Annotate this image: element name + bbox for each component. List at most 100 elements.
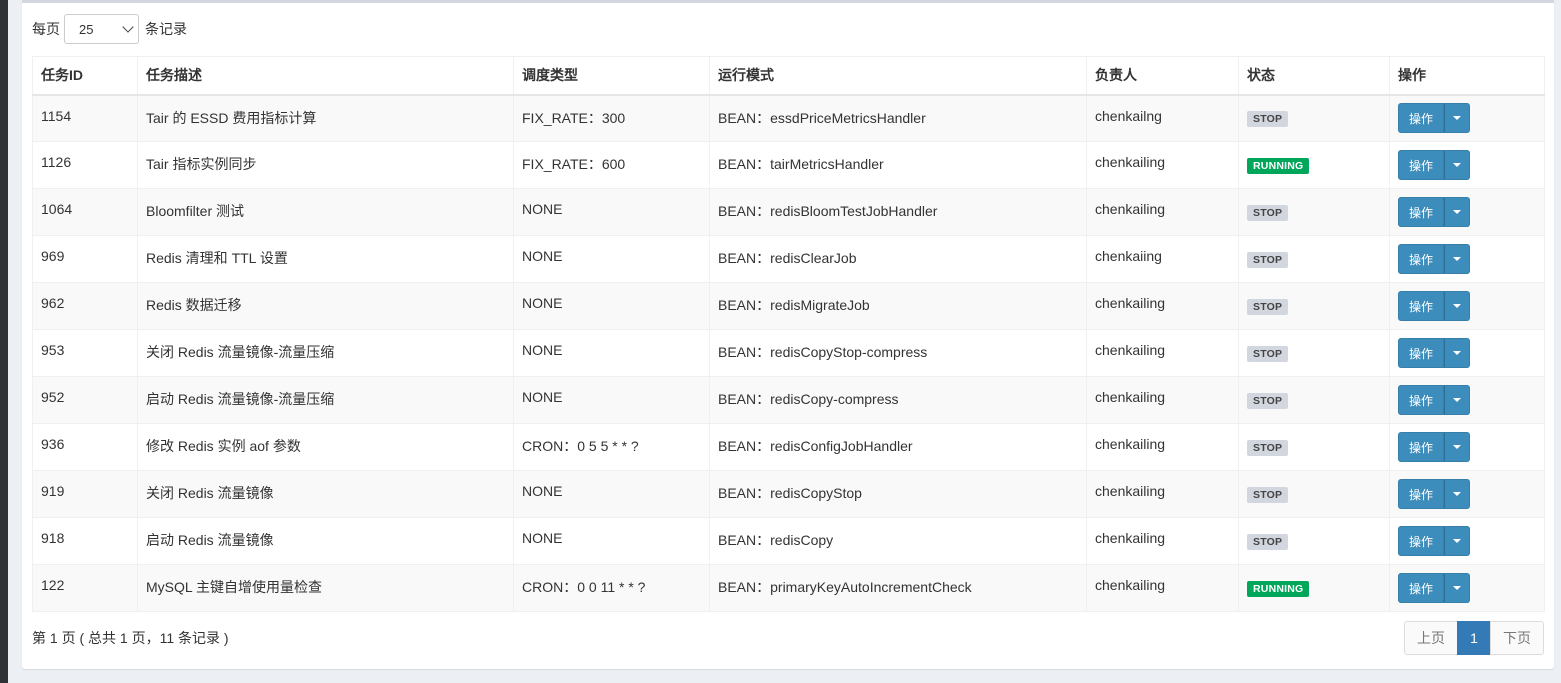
- cell-status: STOP: [1238, 235, 1390, 283]
- cell-status: STOP: [1238, 94, 1390, 142]
- cell-run-mode: BEAN：primaryKeyAutoIncrementCheck: [709, 564, 1087, 612]
- action-dropdown-toggle[interactable]: [1444, 103, 1470, 134]
- status-badge: STOP: [1247, 440, 1289, 456]
- status-badge: STOP: [1247, 252, 1289, 268]
- cell-action: 操作: [1389, 470, 1545, 518]
- table-row: 952 启动 Redis 流量镜像-流量压缩 NONE BEAN：redisCo…: [32, 376, 1545, 424]
- action-dropdown-toggle[interactable]: [1444, 197, 1470, 227]
- cell-job-id: 122: [32, 564, 138, 612]
- cell-job-desc: 关闭 Redis 流量镜像-流量压缩: [137, 329, 514, 377]
- page-length-prefix: 每页: [32, 21, 60, 37]
- action-button[interactable]: 操作: [1398, 385, 1444, 415]
- status-badge: RUNNING: [1247, 158, 1310, 174]
- cell-status: STOP: [1238, 423, 1390, 471]
- cell-action: 操作: [1389, 376, 1545, 424]
- column-header-mode[interactable]: 运行模式: [709, 56, 1087, 96]
- status-badge: STOP: [1247, 393, 1289, 409]
- cell-run-mode: BEAN：redisCopyStop: [709, 470, 1087, 518]
- action-button[interactable]: 操作: [1398, 526, 1444, 556]
- cell-owner: chenkailing: [1086, 564, 1239, 612]
- cell-schedule-type: NONE: [513, 376, 710, 424]
- cell-action: 操作: [1389, 329, 1545, 377]
- table-row: 1154 Tair 的 ESSD 费用指标计算 FIX_RATE：300 BEA…: [32, 94, 1545, 142]
- cell-status: STOP: [1238, 329, 1390, 377]
- action-button[interactable]: 操作: [1398, 197, 1444, 227]
- cell-status: STOP: [1238, 470, 1390, 518]
- action-button-group: 操作: [1398, 150, 1470, 180]
- cell-action: 操作: [1389, 282, 1545, 330]
- cell-owner: chenkailing: [1086, 423, 1239, 471]
- action-button-group: 操作: [1398, 385, 1470, 415]
- page-length-select[interactable]: 25: [64, 14, 139, 44]
- cell-run-mode: BEAN：redisClearJob: [709, 235, 1087, 283]
- action-button-group: 操作: [1398, 573, 1470, 603]
- caret-down-icon: [1453, 351, 1461, 355]
- cell-run-mode: BEAN：redisCopy-compress: [709, 376, 1087, 424]
- cell-job-desc: 启动 Redis 流量镜像: [137, 517, 514, 565]
- action-button[interactable]: 操作: [1398, 573, 1444, 603]
- action-dropdown-toggle[interactable]: [1444, 573, 1470, 603]
- action-button-group: 操作: [1398, 479, 1470, 509]
- cell-job-desc: 修改 Redis 实例 aof 参数: [137, 423, 514, 471]
- cell-job-id: 953: [32, 329, 138, 377]
- action-dropdown-toggle[interactable]: [1444, 244, 1470, 274]
- cell-job-desc: Bloomfilter 测试: [137, 188, 514, 236]
- action-dropdown-toggle[interactable]: [1444, 291, 1470, 321]
- action-button-group: 操作: [1398, 244, 1470, 274]
- cell-schedule-type: NONE: [513, 282, 710, 330]
- action-dropdown-toggle[interactable]: [1444, 385, 1470, 415]
- pagination-next-button[interactable]: 下页: [1490, 621, 1544, 655]
- action-dropdown-toggle[interactable]: [1444, 479, 1470, 509]
- action-button[interactable]: 操作: [1398, 244, 1444, 274]
- cell-job-id: 1126: [32, 141, 138, 189]
- table-info: 第 1 页 ( 总共 1 页，11 条记录 ): [32, 630, 229, 646]
- action-button[interactable]: 操作: [1398, 291, 1444, 321]
- table-row: 1064 Bloomfilter 测试 NONE BEAN：redisBloom…: [32, 188, 1545, 236]
- column-header-id[interactable]: 任务ID: [32, 56, 138, 96]
- column-header-owner[interactable]: 负责人: [1086, 56, 1239, 96]
- status-badge: STOP: [1247, 346, 1289, 362]
- action-dropdown-toggle[interactable]: [1444, 150, 1470, 180]
- column-header-desc[interactable]: 任务描述: [137, 56, 514, 96]
- cell-owner: chenkaiing: [1086, 235, 1239, 283]
- action-button-group: 操作: [1398, 338, 1470, 368]
- cell-status: RUNNING: [1238, 141, 1390, 189]
- column-header-schedule[interactable]: 调度类型: [513, 56, 710, 96]
- cell-job-id: 1154: [32, 94, 138, 142]
- cell-action: 操作: [1389, 517, 1545, 565]
- status-badge: RUNNING: [1247, 581, 1310, 597]
- cell-action: 操作: [1389, 94, 1545, 142]
- chevron-down-icon: [122, 21, 134, 33]
- action-button[interactable]: 操作: [1398, 479, 1444, 509]
- pagination-prev-button[interactable]: 上页: [1404, 621, 1458, 655]
- cell-job-desc: Redis 清理和 TTL 设置: [137, 235, 514, 283]
- page-length-control: 每页 25 条记录: [32, 14, 187, 44]
- action-dropdown-toggle[interactable]: [1444, 432, 1470, 462]
- cell-schedule-type: NONE: [513, 329, 710, 377]
- cell-job-id: 952: [32, 376, 138, 424]
- pagination-page-1[interactable]: 1: [1457, 621, 1491, 655]
- caret-down-icon: [1453, 304, 1461, 308]
- page-length-value: 25: [79, 21, 94, 37]
- cell-schedule-type: NONE: [513, 188, 710, 236]
- action-button[interactable]: 操作: [1398, 103, 1444, 134]
- job-list-panel: 每页 25 条记录 任务ID 任务描述 调度类型 运行模式 负责人 状态 操作 …: [22, 0, 1554, 669]
- column-header-status[interactable]: 状态: [1238, 56, 1390, 96]
- cell-job-id: 1064: [32, 188, 138, 236]
- action-button[interactable]: 操作: [1398, 432, 1444, 462]
- action-button[interactable]: 操作: [1398, 150, 1444, 180]
- cell-action: 操作: [1389, 235, 1545, 283]
- cell-job-desc: Tair 的 ESSD 费用指标计算: [137, 94, 514, 142]
- column-header-action: 操作: [1389, 56, 1545, 96]
- cell-job-desc: 启动 Redis 流量镜像-流量压缩: [137, 376, 514, 424]
- action-button-group: 操作: [1398, 103, 1470, 134]
- action-button[interactable]: 操作: [1398, 338, 1444, 368]
- status-badge: STOP: [1247, 205, 1289, 221]
- cell-status: STOP: [1238, 517, 1390, 565]
- cell-job-desc: 关闭 Redis 流量镜像: [137, 470, 514, 518]
- action-dropdown-toggle[interactable]: [1444, 526, 1470, 556]
- action-dropdown-toggle[interactable]: [1444, 338, 1470, 368]
- cell-schedule-type: NONE: [513, 470, 710, 518]
- cell-run-mode: BEAN：tairMetricsHandler: [709, 141, 1087, 189]
- status-badge: STOP: [1247, 487, 1289, 503]
